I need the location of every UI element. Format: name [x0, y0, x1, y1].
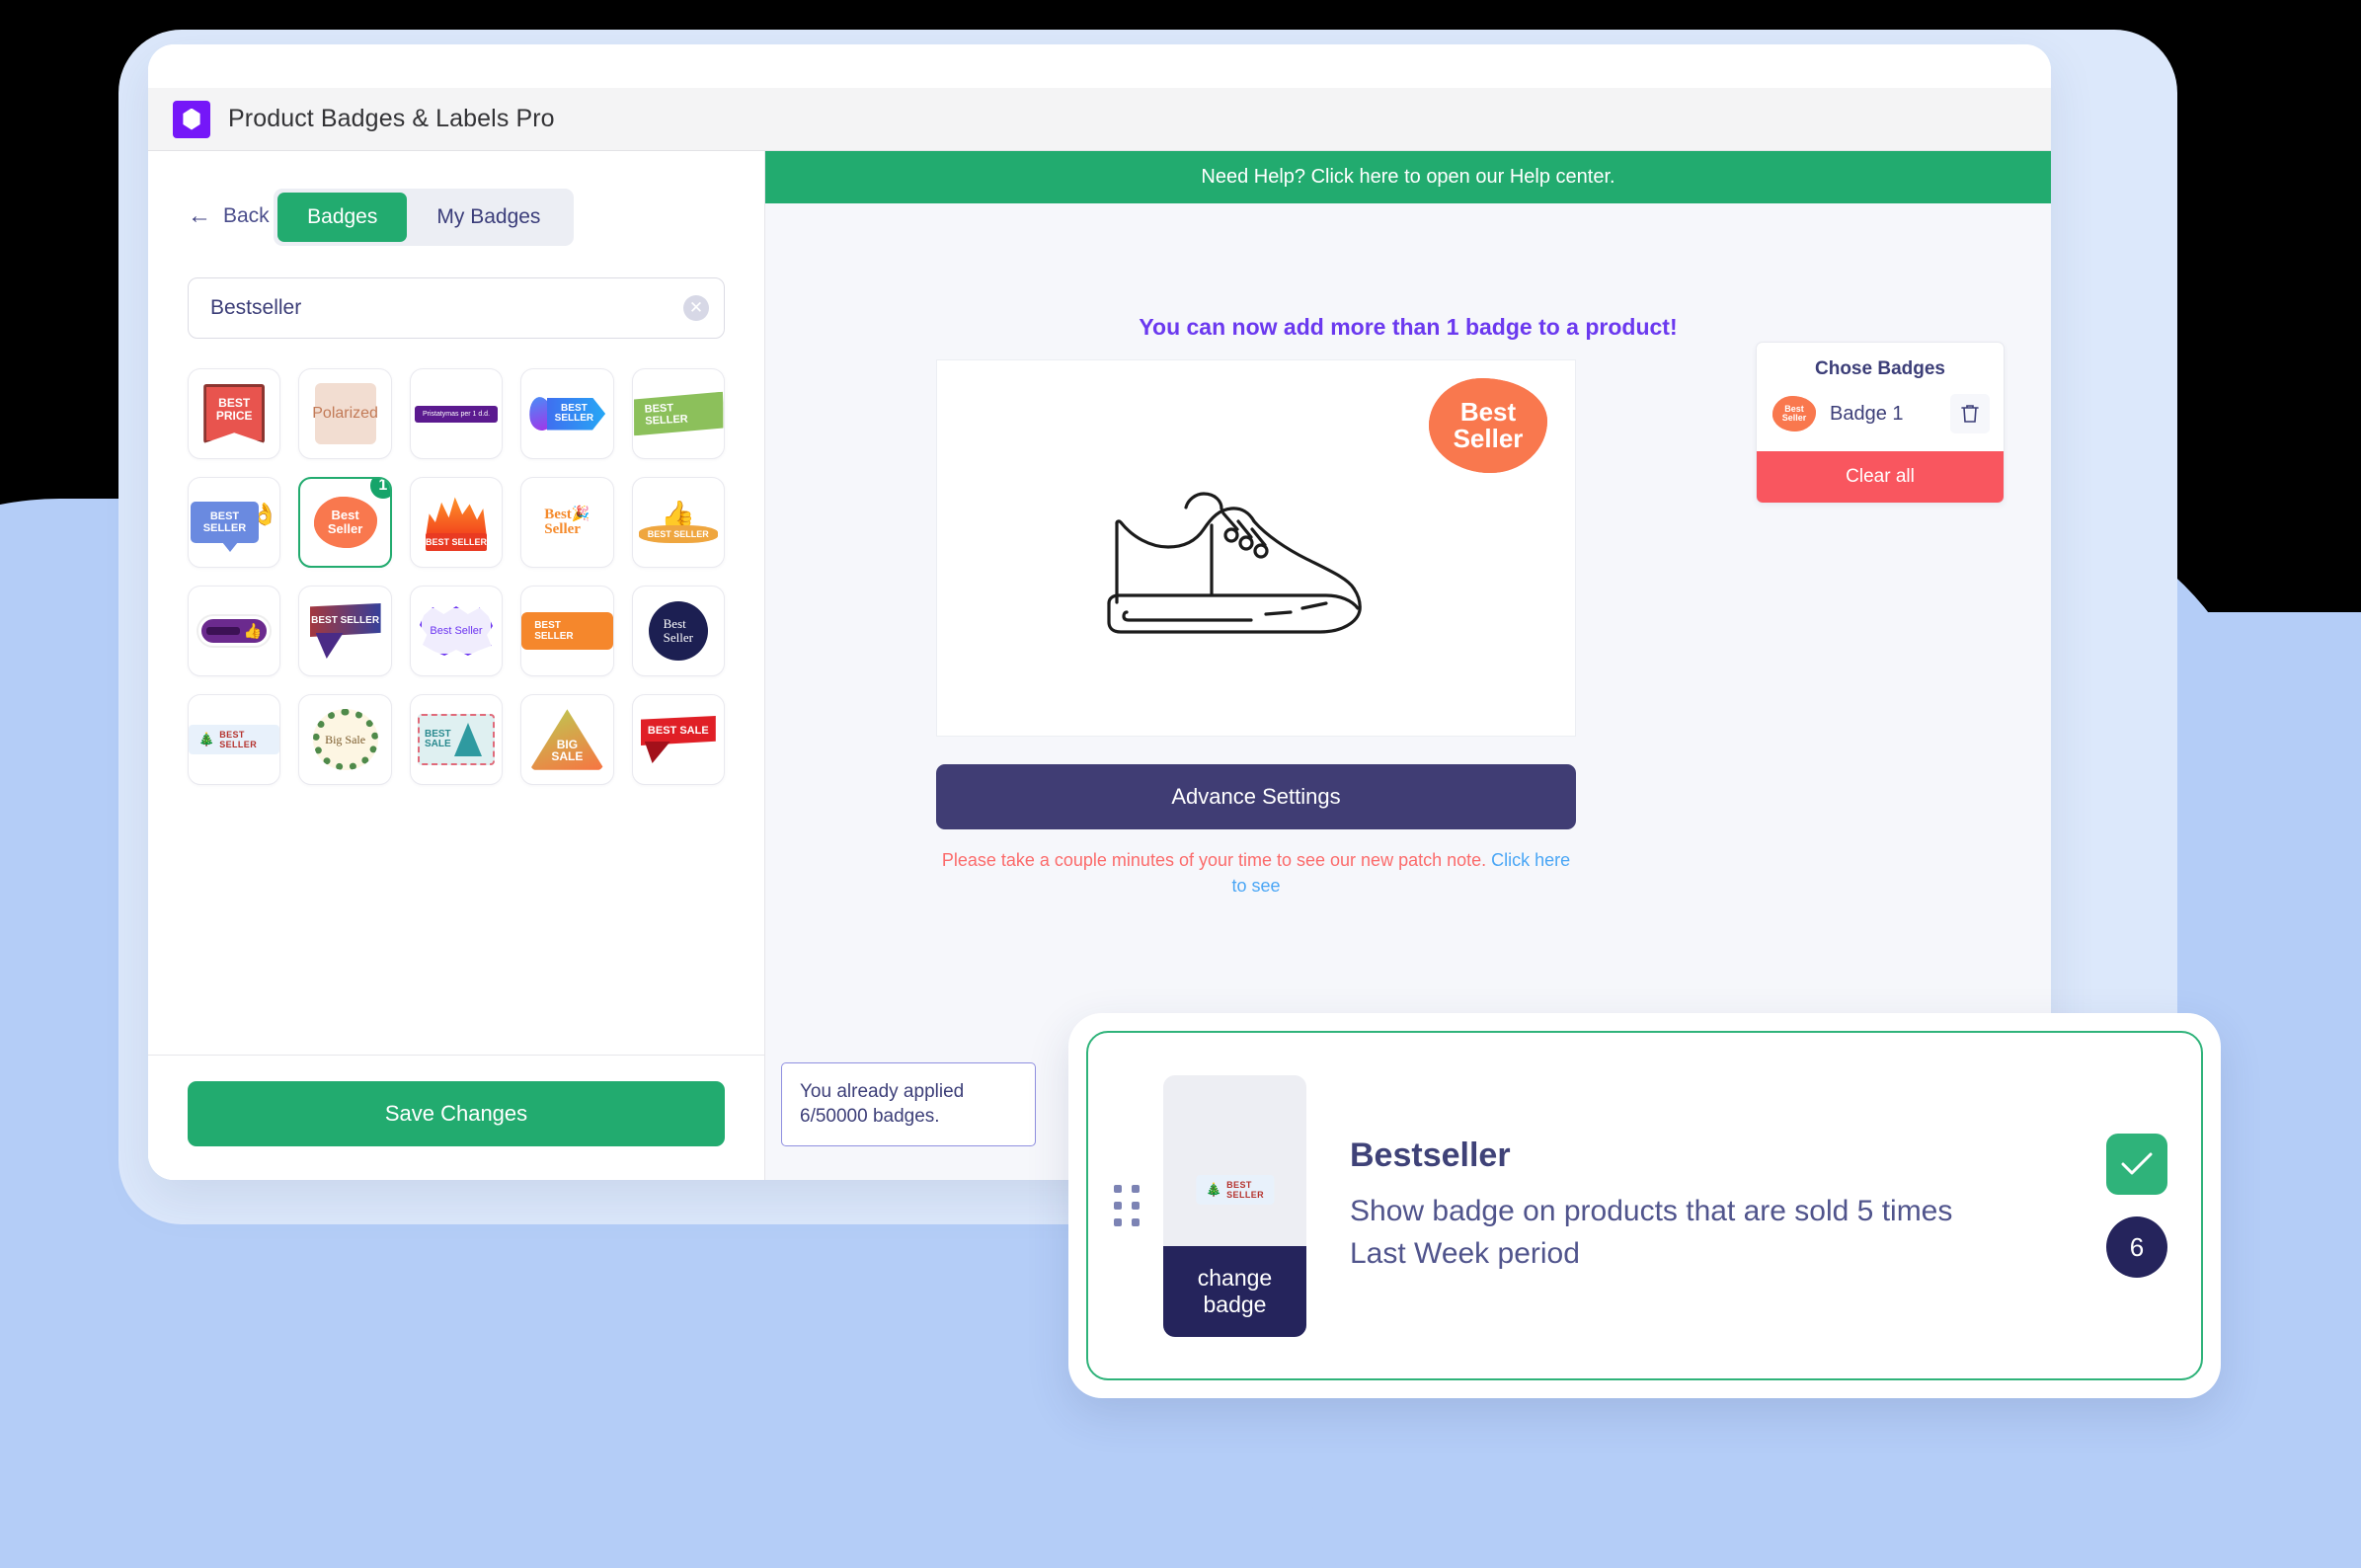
arrow-left-icon: ←: [188, 202, 211, 229]
badge-cell-fire-best-seller[interactable]: BEST SELLER: [409, 477, 504, 568]
holly-bar-art: 🎄 BEST SELLER: [189, 725, 280, 754]
badge-rule-card-outer: 🎄 BEST SELLER change badge Bestseller Sh…: [1068, 1013, 2221, 1398]
close-circle-icon[interactable]: ✕: [683, 295, 709, 321]
badge-cell-orange-pill-best-seller[interactable]: BEST SELLER: [520, 586, 614, 676]
screenshot-stage: Product Badges & Labels Pro ← Back Badge…: [0, 0, 2361, 1568]
wreath-art: Big Sale: [312, 709, 378, 770]
applied-badges-note: You already applied 6/50000 badges.: [781, 1061, 1036, 1146]
chose-badges-panel: Chose Badges Best Seller Badge 1 Clear a…: [1756, 342, 2005, 504]
badge-cell-orange-script-best-seller[interactable]: Best🎉 Seller: [520, 477, 614, 568]
badge-cell-wreath-big-sale[interactable]: Big Sale: [298, 694, 392, 785]
starburst-art: Best Seller: [419, 606, 493, 656]
advance-settings-button[interactable]: Advance Settings: [936, 764, 1576, 829]
sidebar-scroll-area: ← Back Badges My Badges ✕ BESTPRICE: [148, 151, 764, 1055]
badge-cell-xmas-tree-best-sale[interactable]: BEST SALE: [409, 694, 504, 785]
chose-thumb-line2: Seller: [1781, 413, 1807, 423]
thumb-badge-text: BEST SELLER: [1226, 1180, 1265, 1201]
search-input[interactable]: [188, 277, 725, 339]
hexagon-logo-icon: [173, 100, 210, 138]
badge-cell-blue-bubble-best-seller[interactable]: BEST SELLER 👌: [188, 477, 281, 568]
badge-cell-purple-pill-best-seller[interactable]: 👍: [188, 586, 281, 676]
orange-cloud-badge-art: Best Seller: [1429, 378, 1547, 473]
thumbs-up-art: 👍 BEST SELLER: [638, 502, 718, 543]
badge-cell-flame-arrow-best-seller[interactable]: BEST SELLER: [520, 368, 614, 459]
check-icon[interactable]: [2106, 1134, 2167, 1195]
product-preview: Best Seller: [936, 359, 1576, 737]
trash-icon[interactable]: [1950, 394, 1990, 433]
tab-badges[interactable]: Badges: [277, 193, 408, 242]
badge-cell-holly-best-seller[interactable]: 🎄 BEST SELLER: [188, 694, 281, 785]
badge-rule-description: Show badge on products that are sold 5 t…: [1350, 1194, 1953, 1270]
preview-badge-line2: Seller: [1453, 424, 1524, 453]
clear-all-button[interactable]: Clear all: [1757, 451, 2004, 503]
navy-circle-art: Best Seller: [648, 601, 708, 661]
promo-message: You can now add more than 1 badge to a p…: [1139, 314, 1678, 340]
patch-note-text: Please take a couple minutes of your tim…: [941, 850, 1492, 870]
chose-badges-title: Chose Badges: [1815, 358, 1945, 379]
chose-item-thumb-icon: Best Seller: [1772, 396, 1816, 431]
app-window: Product Badges & Labels Pro ← Back Badge…: [148, 44, 2051, 1180]
badge-cell-starburst-best-seller[interactable]: Best Seller: [409, 586, 504, 676]
badge-cell-thumbs-up-best-seller[interactable]: 👍 BEST SELLER: [631, 477, 725, 568]
badge-rule-count: 6: [2106, 1216, 2167, 1278]
chose-thumb-line1: Best: [1784, 403, 1804, 414]
orange-cloud-art: Best Seller: [313, 497, 377, 548]
orange-pill-art: BEST SELLER: [521, 612, 613, 650]
preview-best-seller-badge: Best Seller: [1429, 378, 1547, 473]
badge-cell-navy-circle-best-seller[interactable]: Best Seller: [631, 586, 725, 676]
green-tape-art: BEST SELLER: [632, 392, 725, 436]
window-titlebar: [148, 44, 2051, 88]
help-center-banner[interactable]: Need Help? Click here to open our Help c…: [765, 151, 2051, 203]
xmas-tree-art: BEST SALE: [417, 714, 495, 765]
purple-bar-label-art: Pristatymas per 1 d.d.: [414, 405, 499, 423]
badge-cell-best-price-ribbon[interactable]: BEST PRICE: [188, 368, 281, 459]
sidebar-footer: Save Changes: [148, 1055, 764, 1180]
badge-cell-orange-cloud-best-seller[interactable]: Best Seller 1: [298, 477, 392, 568]
back-button[interactable]: ← Back: [188, 204, 270, 228]
polarized-square-art: Polarized: [312, 383, 378, 444]
badge-rule-text: Bestseller Show badge on products that a…: [1306, 1137, 2106, 1275]
flame-arrow-art: BEST SELLER: [526, 395, 606, 432]
badge-selected-count: 1: [367, 479, 390, 501]
badge-cell-fold-ribbon-best-seller[interactable]: BEST SELLER: [298, 586, 392, 676]
badge-cell-polarized-square[interactable]: Polarized: [298, 368, 392, 459]
badge-cell-purple-bar-label[interactable]: Pristatymas per 1 d.d.: [409, 368, 504, 459]
badge-grid: BEST PRICE Polarized Pristatymas per 1 d.…: [188, 368, 725, 785]
badges-sidebar: ← Back Badges My Badges ✕ BESTPRICE: [148, 151, 765, 1180]
fire-art: BEST SELLER: [424, 492, 489, 553]
blue-bubble-art: BEST SELLER 👌: [190, 501, 278, 553]
badge-cell-red-ribbon-best-sale[interactable]: BEST SALE: [631, 694, 725, 785]
tab-my-badges[interactable]: My Badges: [407, 193, 570, 242]
badge-rule-title: Bestseller: [1350, 1136, 1511, 1174]
badge-thumbnail: 🎄 BEST SELLER change badge: [1163, 1074, 1306, 1337]
page-title: Product Badges & Labels Pro: [228, 105, 555, 132]
badge-rule-actions: 6: [2106, 1134, 2167, 1278]
purple-pill-art: 👍: [198, 616, 271, 646]
red-ribbon-art: BEST SALE: [640, 716, 716, 763]
drag-dots-icon[interactable]: [1114, 1185, 1140, 1226]
badge-rule-card: 🎄 BEST SELLER change badge Bestseller Sh…: [1086, 1031, 2203, 1380]
preview-badge-line1: Best: [1459, 396, 1517, 427]
chose-badges-item: Best Seller Badge 1: [1757, 390, 2004, 451]
badge-cell-green-tape-best-seller[interactable]: BEST SELLER: [631, 368, 725, 459]
search-field-wrapper: ✕: [188, 277, 725, 339]
patch-note: Please take a couple minutes of your tim…: [936, 847, 1576, 899]
sneaker-illustration: [1107, 492, 1362, 634]
back-label: Back: [223, 204, 270, 227]
fold-ribbon-art: BEST SELLER: [309, 603, 381, 659]
app-header: Product Badges & Labels Pro: [148, 88, 2051, 151]
orange-script-art: Best🎉 Seller: [544, 507, 590, 537]
holly-icon: 🎄 BEST SELLER: [1195, 1175, 1275, 1206]
save-changes-button[interactable]: Save Changes: [188, 1081, 725, 1146]
tab-group: Badges My Badges: [274, 189, 575, 246]
change-badge-button[interactable]: change badge: [1163, 1245, 1306, 1337]
best-price-ribbon-art: BEST PRICE: [203, 384, 266, 443]
chose-item-label: Badge 1: [1830, 402, 1904, 425]
triangle-art: BIG SALE: [529, 708, 605, 771]
badge-cell-triangle-big-sale[interactable]: BIG SALE: [520, 694, 614, 785]
